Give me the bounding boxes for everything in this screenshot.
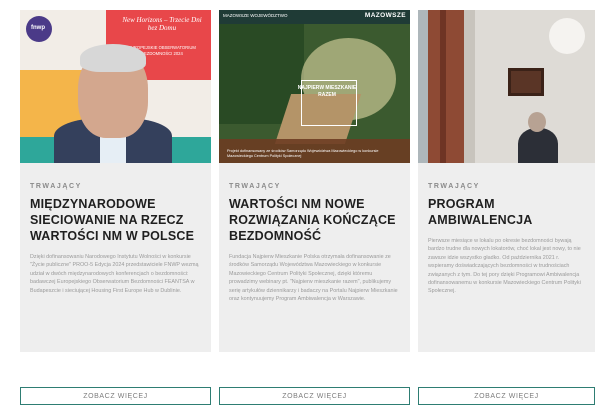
project-card[interactable]: MAZOWSZE WOJEWÓDZTWO MAZOWSZE NAJPIERW M… [219, 10, 410, 352]
thumb-topbar-right: MAZOWSZE [364, 12, 406, 19]
thumb-caption: Projekt dofinansowany ze środków Samorzą… [227, 149, 379, 158]
status-label: TRWAJĄCY [428, 183, 480, 190]
portrait-hair [80, 44, 146, 72]
logo-text: fnwp [31, 25, 45, 31]
card-title[interactable]: PROGRAM AMBIWALENCJA [428, 196, 585, 228]
project-card[interactable]: TRWAJĄCY PROGRAM AMBIWALENCJA Pierwsze m… [418, 10, 595, 352]
thumb-picture-frame [508, 68, 544, 96]
project-thumbnail[interactable]: fnwp New Horizons – Trzecie Dni bez Domu… [20, 10, 211, 163]
thumb-person [518, 128, 558, 163]
see-more-button[interactable]: ZOBACZ WIĘCEJ [20, 387, 211, 405]
projects-grid: fnwp New Horizons – Trzecie Dni bez Domu… [0, 0, 595, 405]
card-description: Dzięki dofinansowaniu Narodowego Instytu… [30, 254, 199, 294]
thumb-box-text: NAJPIERW MIESZKANIE RAZEM [297, 85, 357, 98]
card-body: TRWAJĄCY WARTOŚCI NM NOWE ROZWIĄZANIA KO… [219, 183, 410, 303]
see-more-button[interactable]: ZOBACZ WIĘCEJ [219, 387, 410, 405]
card-title[interactable]: MIĘDZYNARODOWE SIECIOWANIE NA RZECZ WART… [30, 196, 201, 244]
status-label: TRWAJĄCY [30, 183, 82, 190]
card-title[interactable]: WARTOŚCI NM NOWE ROZWIĄZANIA KOŃCZĄCE BE… [229, 196, 400, 244]
thumb-headline: New Horizons – Trzecie Dni bez Domu [122, 16, 202, 32]
thumb-curtain [428, 10, 464, 163]
logo: fnwp [26, 16, 52, 42]
thumb-decoration [549, 18, 585, 54]
project-thumbnail[interactable]: MAZOWSZE WOJEWÓDZTWO MAZOWSZE NAJPIERW M… [219, 10, 410, 163]
project-thumbnail[interactable] [418, 10, 595, 163]
card-body: TRWAJĄCY PROGRAM AMBIWALENCJA Pierwsze m… [418, 183, 595, 296]
card-description: Pierwsze miesiące w lokalu po okresie be… [428, 238, 581, 295]
card-body: TRWAJĄCY MIĘDZYNARODOWE SIECIOWANIE NA R… [20, 183, 211, 295]
status-label: TRWAJĄCY [229, 183, 281, 190]
thumb-curtain-fold [440, 10, 446, 163]
thumb-person-head [528, 112, 546, 132]
project-card[interactable]: fnwp New Horizons – Trzecie Dni bez Domu… [20, 10, 211, 352]
see-more-button[interactable]: ZOBACZ WIĘCEJ [418, 387, 595, 405]
thumb-topbar-left: MAZOWSZE WOJEWÓDZTWO [223, 13, 288, 18]
card-description: Fundacja Najpierw Mieszkanie Polska otrz… [229, 254, 398, 303]
